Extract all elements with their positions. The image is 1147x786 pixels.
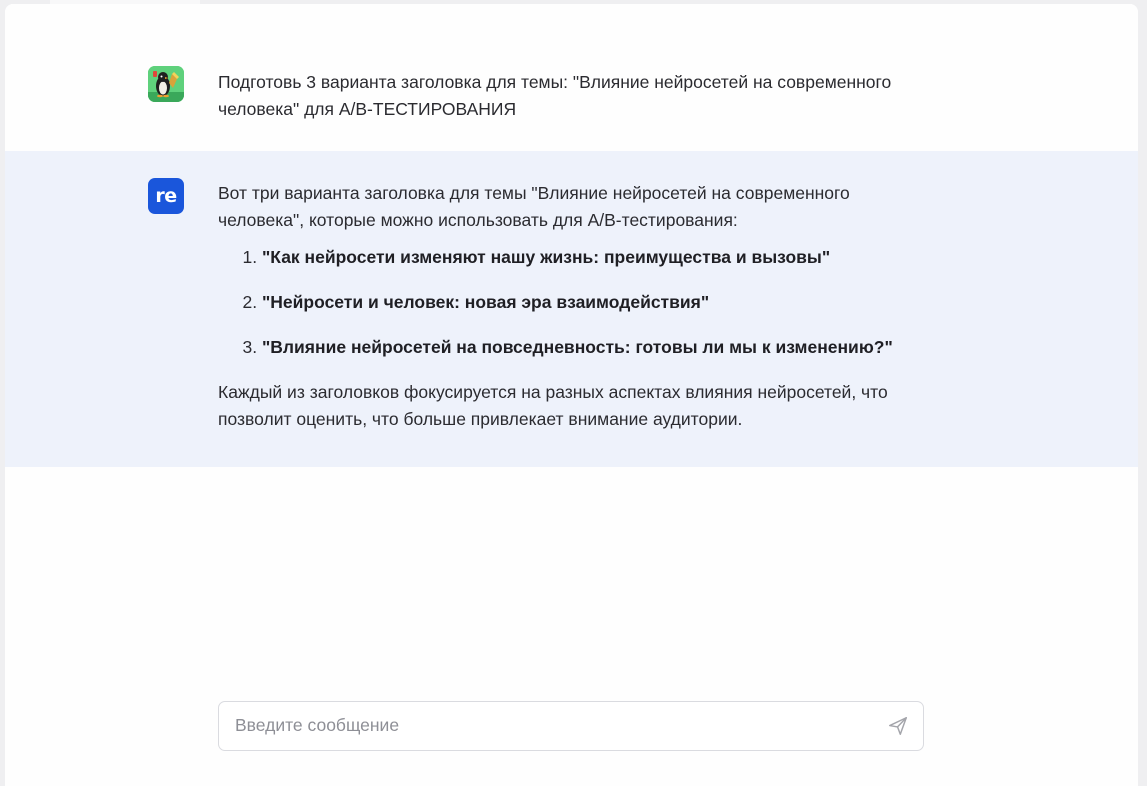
chat-panel: Подготовь 3 варианта заголовка для темы:… bbox=[5, 4, 1138, 786]
user-message-text: Подготовь 3 варианта заголовка для темы:… bbox=[218, 72, 892, 119]
headline-option-2: "Нейросети и человек: новая эра взаимоде… bbox=[262, 292, 710, 312]
message-input[interactable] bbox=[235, 702, 855, 749]
list-item: "Нейросети и человек: новая эра взаимоде… bbox=[262, 289, 918, 316]
assistant-avatar: re bbox=[148, 178, 184, 214]
user-message: Подготовь 3 варианта заголовка для темы:… bbox=[5, 4, 1138, 151]
assistant-outro: Каждый из заголовков фокусируется на раз… bbox=[218, 382, 888, 429]
assistant-message: re Вот три варианта заголовка для темы "… bbox=[5, 151, 1138, 467]
message-composer[interactable] bbox=[218, 701, 924, 751]
assistant-avatar-label: re bbox=[155, 184, 177, 207]
list-item: "Как нейросети изменяют нашу жизнь: преи… bbox=[262, 244, 918, 271]
user-avatar bbox=[148, 66, 184, 102]
send-icon[interactable] bbox=[887, 715, 909, 737]
headline-option-3: "Влияние нейросетей на повседневность: г… bbox=[262, 337, 893, 357]
assistant-message-body: Вот три варианта заголовка для темы "Вли… bbox=[218, 180, 918, 433]
headline-option-1: "Как нейросети изменяют нашу жизнь: преи… bbox=[262, 247, 831, 267]
user-avatar-image bbox=[148, 66, 184, 102]
list-item: "Влияние нейросетей на повседневность: г… bbox=[262, 334, 918, 361]
send-button[interactable] bbox=[887, 715, 909, 737]
headline-options-list: "Как нейросети изменяют нашу жизнь: преи… bbox=[218, 244, 918, 361]
assistant-intro: Вот три варианта заголовка для темы "Вли… bbox=[218, 183, 850, 230]
